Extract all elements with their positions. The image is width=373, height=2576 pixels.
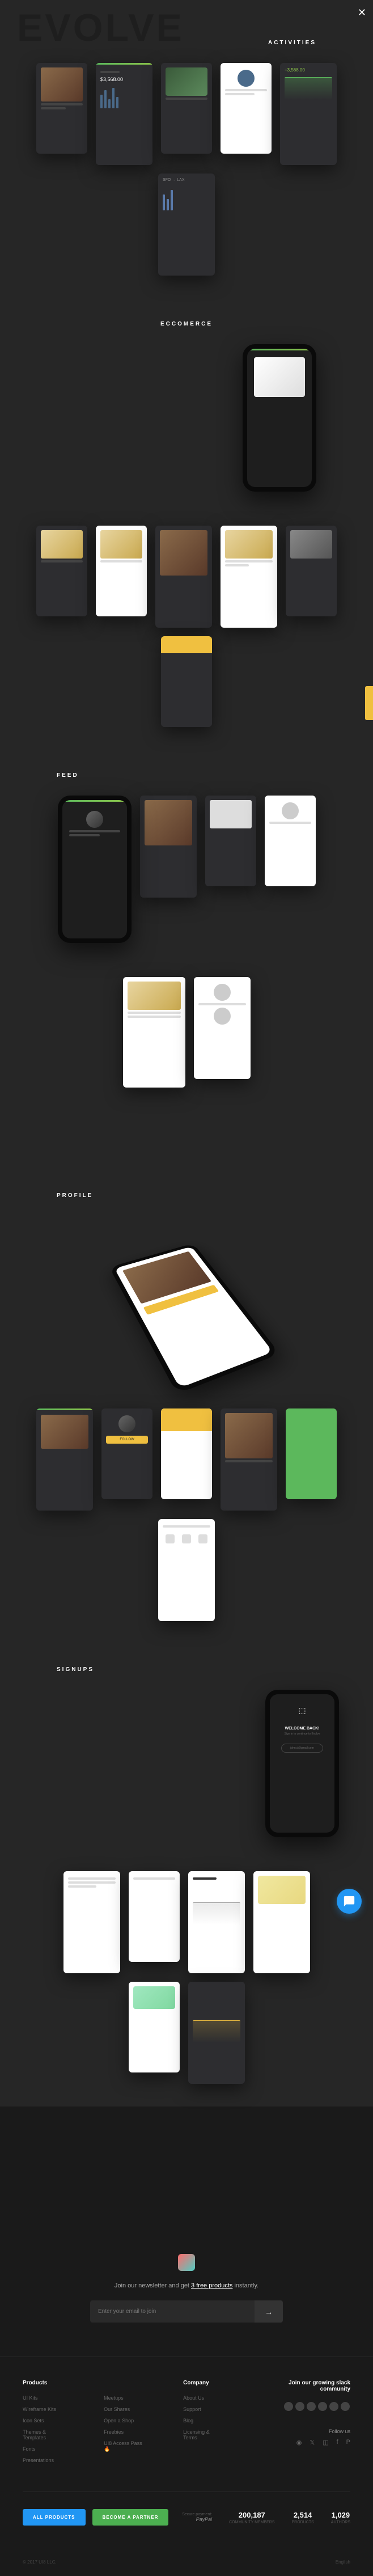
instagram-icon[interactable]: ◫ xyxy=(323,2439,328,2446)
footer-link[interactable]: UI Kits xyxy=(23,2395,70,2401)
stat-products-label: PRODUCTS xyxy=(291,2520,313,2524)
mockup-card xyxy=(286,526,337,616)
phone-mockup-iso xyxy=(109,1243,280,1394)
newsletter-text: Join our newsletter and get 3 free produ… xyxy=(23,2282,350,2289)
mockup-card: FOLLOW xyxy=(101,1408,152,1499)
stat-authors-num: 1,029 xyxy=(331,2511,350,2519)
mockup-card xyxy=(161,636,212,727)
mockup-card xyxy=(194,977,251,1079)
mockup-card xyxy=(36,1408,93,1511)
close-icon[interactable]: ✕ xyxy=(358,7,366,19)
facebook-icon[interactable]: f xyxy=(337,2439,338,2446)
route-text: SFO → LAX xyxy=(163,178,210,182)
phone-mockup xyxy=(58,796,132,943)
slack-avatar xyxy=(329,2401,339,2412)
mockup-card xyxy=(265,796,316,886)
footer-link[interactable]: Fonts xyxy=(23,2446,70,2452)
mockup-card xyxy=(129,1871,180,1962)
footer-link[interactable]: Support xyxy=(183,2406,224,2412)
stat-members-num: 200,187 xyxy=(229,2511,274,2519)
mockup-card xyxy=(221,526,277,628)
slack-avatar xyxy=(306,2401,316,2412)
mockup-card xyxy=(221,1408,277,1511)
welcome-title: WELCOME BACK! xyxy=(281,1727,323,1731)
newsletter-submit-button[interactable]: → xyxy=(255,2300,283,2323)
mockup-card: +3,568.00 xyxy=(280,63,337,165)
footer-link[interactable]: Blog xyxy=(183,2418,224,2423)
mockup-card xyxy=(161,1408,212,1499)
mockup-card xyxy=(158,1519,215,1621)
footer-link[interactable]: Wireframe Kits xyxy=(23,2406,70,2412)
footer-link[interactable]: Meetups xyxy=(104,2395,149,2401)
footer-link[interactable]: Open a Shop xyxy=(104,2418,149,2423)
mockup-card xyxy=(155,526,212,628)
slack-title: Join our growing slack community xyxy=(258,2380,350,2392)
free-products-link[interactable]: 3 free products xyxy=(191,2282,232,2289)
balance-change: +3,568.00 xyxy=(285,67,332,73)
pinterest-icon[interactable]: P xyxy=(346,2439,350,2446)
footer-link[interactable]: Icon Sets xyxy=(23,2418,70,2423)
stat-members-label: COMMUNITY MEMBERS xyxy=(229,2520,274,2524)
mockup-card xyxy=(221,63,272,154)
slack-avatar xyxy=(317,2401,328,2412)
mockup-card xyxy=(129,1982,180,2072)
mockup-card xyxy=(36,526,87,616)
section-title-profile: PROFILE xyxy=(34,1192,339,1199)
mockup-card xyxy=(188,1982,245,2084)
section-title-signups: SIGNUPS xyxy=(34,1666,339,1673)
all-products-button[interactable]: ALL PRODUCTS xyxy=(23,2509,86,2526)
footer-link[interactable]: About Us xyxy=(183,2395,224,2401)
mockup-card xyxy=(36,63,87,154)
section-title-feed: FEED xyxy=(34,772,339,779)
payment-label: Secure payment: xyxy=(182,2512,212,2516)
mockup-card xyxy=(123,977,185,1088)
side-tab[interactable] xyxy=(365,686,373,720)
footer-link[interactable]: UI8 Access Pass 🔥 xyxy=(104,2440,149,2452)
section-title-activities: ACTIVITIES xyxy=(34,40,339,46)
slack-avatar xyxy=(283,2401,294,2412)
footer-link[interactable]: Our Shares xyxy=(104,2406,149,2412)
email-sample: john.d@gmail.com xyxy=(281,1744,323,1753)
mockup-card xyxy=(63,1871,120,1973)
mockup-card xyxy=(188,1871,245,1973)
welcome-subtitle: Sign in to continue to Evolve xyxy=(281,1732,323,1736)
balance-value: $3,568.00 xyxy=(100,77,148,82)
mockup-card xyxy=(140,796,197,898)
dribbble-icon[interactable]: ◉ xyxy=(296,2439,302,2446)
phone-mockup xyxy=(243,344,316,492)
language-selector[interactable]: English xyxy=(336,2560,350,2565)
slack-avatar xyxy=(340,2401,350,2412)
stat-products-num: 2,514 xyxy=(291,2511,313,2519)
paypal-logo: PayPal xyxy=(182,2516,212,2522)
follow-us-label: Follow us xyxy=(258,2429,350,2434)
slack-avatar xyxy=(295,2401,305,2412)
footer-link[interactable]: Presentations xyxy=(23,2457,70,2463)
stat-authors-label: AUTHORS xyxy=(331,2520,350,2524)
become-partner-button[interactable]: BECOME A PARTNER xyxy=(92,2509,169,2526)
mockup-card: SFO → LAX xyxy=(158,174,215,276)
mockup-card xyxy=(96,526,147,616)
footer-link[interactable]: Themes & Templates xyxy=(23,2429,70,2440)
phone-mockup: ⬚WELCOME BACK!Sign in to continue to Evo… xyxy=(265,1690,339,1837)
mockup-card xyxy=(205,796,256,886)
copyright-text: © 2017 UI8 LLC. xyxy=(23,2560,57,2565)
newsletter-icon xyxy=(178,2254,195,2271)
section-title-ecommerce: ECCOMERCE xyxy=(34,321,339,327)
footer-products-title: Products xyxy=(23,2380,70,2386)
twitter-icon[interactable]: 𝕏 xyxy=(310,2439,315,2446)
mockup-card xyxy=(286,1408,337,1499)
mockup-card xyxy=(253,1871,310,1973)
intercom-chat-button[interactable] xyxy=(337,1889,362,1914)
footer-link[interactable]: Freebies xyxy=(104,2429,149,2435)
footer-link[interactable]: Licensing & Terms xyxy=(183,2429,224,2440)
mockup-card xyxy=(161,63,212,154)
footer-company-title: Company xyxy=(183,2380,224,2386)
newsletter-email-input[interactable] xyxy=(90,2300,255,2323)
mockup-card: $3,568.00 xyxy=(96,63,152,165)
